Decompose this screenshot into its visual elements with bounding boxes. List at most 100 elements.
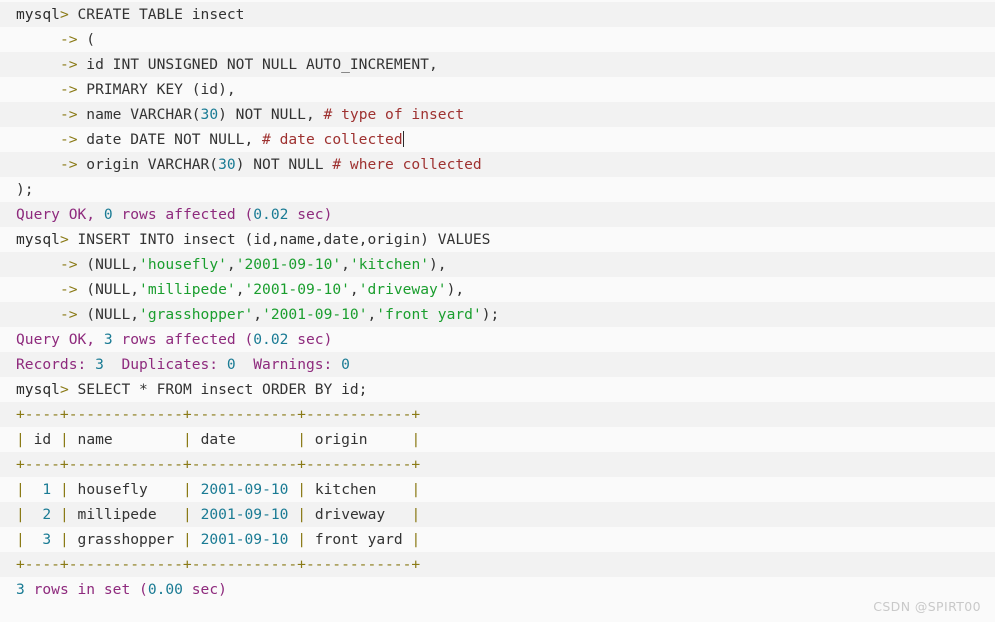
token-arrow: ->	[59, 31, 78, 48]
token-cell: millipede	[68, 506, 183, 523]
token-plain: ,	[253, 306, 263, 323]
token-gt: >	[59, 231, 69, 248]
token-plain: origin VARCHAR(	[77, 156, 219, 173]
token-cell: housefly	[68, 481, 183, 498]
token-cell	[25, 506, 43, 523]
token-cell	[25, 531, 43, 548]
terminal-line-command: mysql> SELECT * FROM insect ORDER BY id;	[0, 377, 995, 402]
token-date: 2001-09-10	[200, 506, 289, 523]
token-plain: ) NOT NULL,	[218, 106, 324, 123]
terminal-line-status: 3 rows in set (0.00 sec)	[0, 577, 995, 602]
token-string: 'housefly'	[139, 256, 227, 273]
token-pipe: |	[411, 506, 421, 523]
terminal-line-list: mysql> CREATE TABLE insect -> ( -> id IN…	[0, 2, 995, 602]
token-comment: # date collected	[262, 131, 403, 148]
terminal-line-table-header: | id | name | date | origin |	[0, 427, 995, 452]
token-plain: name VARCHAR(	[77, 106, 201, 123]
token-pipe: |	[16, 481, 25, 498]
token-arrow: ->	[59, 106, 78, 123]
token-cell: grasshopper	[68, 531, 183, 548]
token-pipe: |	[411, 431, 421, 448]
token-string: 'millipede'	[139, 281, 236, 298]
token-num: 0	[226, 356, 236, 373]
token-cell	[25, 481, 43, 498]
token-pipe: |	[297, 506, 307, 523]
token-pipe: |	[16, 431, 25, 448]
token-cell: name	[68, 431, 183, 448]
token-num: 0.00	[147, 581, 183, 598]
token-status: sec)	[288, 206, 333, 223]
terminal-line-table-rule: +----+-------------+------------+-------…	[0, 452, 995, 477]
terminal-line-command: mysql> CREATE TABLE insect	[0, 2, 995, 27]
terminal-line-continuation: -> id INT UNSIGNED NOT NULL AUTO_INCREME…	[0, 52, 995, 77]
token-string: 'grasshopper'	[139, 306, 254, 323]
terminal-line-continuation: -> origin VARCHAR(30) NOT NULL # where c…	[0, 152, 995, 177]
token-status: sec)	[288, 331, 333, 348]
token-prompt: mysql	[16, 381, 60, 398]
token-plain: date DATE NOT NULL,	[77, 131, 263, 148]
terminal-line-table-row: | 3 | grasshopper | 2001-09-10 | front y…	[0, 527, 995, 552]
terminal-line-status: Records: 3 Duplicates: 0 Warnings: 0	[0, 352, 995, 377]
token-plain: (	[77, 31, 96, 48]
token-string: '2001-09-10'	[244, 281, 350, 298]
token-arrow: ->	[59, 306, 78, 323]
token-string: 'kitchen'	[349, 256, 430, 273]
token-plain: (NULL,	[77, 306, 140, 323]
token-num: 0	[103, 206, 113, 223]
terminal-line-status: Query OK, 3 rows affected (0.02 sec)	[0, 327, 995, 352]
token-num: 30	[218, 156, 236, 173]
token-cellnum: 1	[42, 481, 52, 498]
token-plain: (NULL,	[77, 256, 140, 273]
token-cell: date	[191, 431, 298, 448]
token-status: Records:	[16, 356, 96, 373]
token-cell	[192, 531, 201, 548]
token-status: sec)	[182, 581, 227, 598]
token-status: Duplicates:	[103, 356, 227, 373]
token-cell: origin	[306, 431, 412, 448]
token-cell: id	[24, 431, 60, 448]
token-pipe: |	[297, 431, 307, 448]
token-border: +----+-------------+------------+-------…	[16, 406, 421, 423]
token-prompt: mysql	[16, 231, 60, 248]
token-cell	[288, 506, 297, 523]
token-status: Query OK,	[16, 206, 104, 223]
token-comment: # type of insect	[323, 106, 465, 123]
token-status: rows affected (	[112, 331, 254, 348]
token-cellnum: 2	[42, 506, 52, 523]
token-cell: driveway	[306, 506, 412, 523]
token-num: 0.02	[253, 331, 289, 348]
token-pipe: |	[183, 506, 192, 523]
token-date: 2001-09-10	[200, 481, 289, 498]
token-arrow: ->	[59, 256, 78, 273]
terminal-line-continuation: );	[0, 177, 995, 202]
terminal-line-status: Query OK, 0 rows affected (0.02 sec)	[0, 202, 995, 227]
text-cursor	[402, 131, 404, 147]
terminal-line-table-row: | 1 | housefly | 2001-09-10 | kitchen |	[0, 477, 995, 502]
token-cell: front yard	[306, 531, 412, 548]
token-plain: );	[16, 181, 34, 198]
token-cell: kitchen	[306, 481, 412, 498]
token-date: 2001-09-10	[200, 531, 289, 548]
token-plain: (NULL,	[77, 281, 140, 298]
token-pipe: |	[411, 481, 421, 498]
token-plain: ,	[341, 256, 350, 273]
token-cell	[192, 481, 201, 498]
terminal-line-command: mysql> INSERT INTO insect (id,name,date,…	[0, 227, 995, 252]
token-cell	[288, 481, 297, 498]
token-plain: ),	[429, 256, 447, 273]
token-plain: id INT UNSIGNED NOT NULL AUTO_INCREMENT,	[77, 56, 438, 73]
token-status: rows in set (	[24, 581, 148, 598]
token-arrow: ->	[59, 281, 78, 298]
token-num: 3	[16, 581, 25, 598]
token-pipe: |	[297, 481, 307, 498]
token-num: 0.02	[253, 206, 289, 223]
token-border: +----+-------------+------------+-------…	[16, 556, 421, 573]
mysql-terminal-console[interactable]: mysql> CREATE TABLE insect -> ( -> id IN…	[0, 0, 995, 622]
token-pipe: |	[59, 481, 69, 498]
